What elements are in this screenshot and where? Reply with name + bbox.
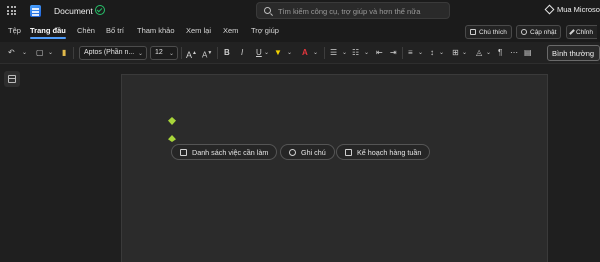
font-family-value: Aptos (Phần n...	[84, 49, 135, 56]
borders-dropdown-icon[interactable]: ⌄	[462, 47, 467, 59]
ribbon-toolbar: ↶ ⌄ ▢ ⌄ ▮ Aptos (Phần n... ⌄ 12 ⌄ A▲ A▼ …	[0, 42, 600, 64]
title-bar: Document Tìm kiếm công cụ, trợ giúp và h…	[0, 0, 600, 22]
checklist-icon	[180, 148, 187, 156]
suggestion-label: Ghi chú	[301, 147, 326, 157]
comments-label: Chú thích	[479, 28, 507, 36]
document-page[interactable]	[121, 74, 548, 262]
more-paragraph-icon[interactable]: ⋯	[510, 47, 518, 59]
catchup-label: Cập nhật	[530, 28, 557, 36]
editing-mode-button[interactable]: Chỉnh	[566, 25, 597, 39]
undo-icon[interactable]: ↶	[8, 47, 15, 59]
align-icon[interactable]: ≡	[408, 47, 413, 59]
font-color-icon[interactable]: A	[302, 47, 308, 59]
numbering-icon[interactable]: ☷	[352, 47, 359, 59]
menu-bar: Tệp Trang đầu Chèn Bố trí Tham khảo Xem …	[0, 22, 600, 42]
tab-file[interactable]: Tệp	[8, 26, 21, 35]
style-normal: Bình thường	[552, 49, 595, 58]
format-painter-icon[interactable]: ▮	[62, 47, 66, 59]
italic-icon[interactable]: I	[241, 47, 243, 59]
navigation-pane-icon	[8, 75, 16, 83]
bold-icon[interactable]: B	[224, 47, 230, 59]
style-gallery[interactable]: Bình thường	[547, 45, 600, 61]
catchup-icon	[521, 29, 527, 35]
saved-status-icon[interactable]	[95, 5, 105, 15]
buy-microsoft-label: Mua Microso	[557, 5, 600, 14]
suggestion-label: Danh sách việc cần làm	[192, 147, 269, 157]
paste-dropdown-icon[interactable]: ⌄	[48, 47, 53, 59]
line-spacing-dropdown-icon[interactable]: ⌄	[439, 47, 444, 59]
app-launcher-icon[interactable]	[7, 6, 16, 15]
comments-button[interactable]: Chú thích	[465, 25, 512, 39]
notes-icon	[289, 148, 296, 156]
underline-dropdown-icon[interactable]: ⌄	[264, 47, 269, 59]
ribbon-divider	[402, 47, 403, 59]
tab-layout[interactable]: Bố trí	[106, 26, 124, 35]
search-input[interactable]: Tìm kiếm công cụ, trợ giúp và hơn thế nữ…	[256, 2, 450, 19]
increase-indent-icon[interactable]: ⇥	[390, 47, 397, 59]
font-size-dropdown[interactable]: 12 ⌄	[150, 46, 178, 60]
paragraph-icon[interactable]: ¶	[498, 47, 502, 59]
chevron-down-icon: ⌄	[168, 51, 174, 57]
pencil-icon	[569, 29, 575, 35]
shading-icon[interactable]: ◬	[476, 47, 482, 59]
suggestion-chip-notes[interactable]: Ghi chú	[280, 144, 335, 160]
font-size-value: 12	[155, 49, 163, 56]
suggestion-chip-weekly-plan[interactable]: Kế hoạch hàng tuần	[336, 144, 431, 160]
navigation-pane-button[interactable]	[4, 71, 20, 87]
underline-icon[interactable]: U	[256, 47, 262, 59]
tab-view[interactable]: Xem	[223, 26, 238, 35]
line-spacing-icon[interactable]: ↕	[430, 47, 434, 59]
highlight-icon[interactable]: ▼	[274, 47, 282, 59]
tab-home[interactable]: Trang đầu	[30, 26, 66, 39]
paste-icon[interactable]: ▢	[36, 47, 44, 59]
tab-references[interactable]: Tham khảo	[137, 26, 175, 35]
align-dropdown-icon[interactable]: ⌄	[418, 47, 423, 59]
calendar-icon	[345, 148, 352, 156]
shading-dropdown-icon[interactable]: ⌄	[486, 47, 491, 59]
ribbon-divider	[73, 47, 74, 59]
word-logo-icon	[30, 5, 41, 17]
tab-review[interactable]: Xem lại	[186, 26, 211, 35]
borders-icon[interactable]: ⊞	[452, 47, 459, 59]
catchup-button[interactable]: Cập nhật	[516, 25, 562, 39]
ribbon-divider	[217, 47, 218, 59]
shrink-font-icon[interactable]: A▼	[202, 47, 212, 62]
diamond-icon	[544, 4, 555, 15]
editing-label: Chỉnh	[576, 28, 593, 36]
document-title[interactable]: Document	[54, 6, 93, 16]
styles-pane-icon[interactable]: ▤	[524, 47, 532, 59]
tab-insert[interactable]: Chèn	[77, 26, 95, 35]
tab-help[interactable]: Trợ giúp	[251, 26, 279, 35]
undo-dropdown-icon[interactable]: ⌄	[22, 47, 27, 59]
grow-font-icon[interactable]: A▲	[186, 47, 197, 61]
search-placeholder: Tìm kiếm công cụ, trợ giúp và hơn thế nữ…	[278, 7, 421, 16]
ribbon-divider	[324, 47, 325, 59]
ribbon-divider	[181, 47, 182, 59]
suggestion-chip-todo-list[interactable]: Danh sách việc cần làm	[171, 144, 278, 160]
highlight-dropdown-icon[interactable]: ⌄	[287, 47, 292, 59]
chevron-down-icon: ⌄	[137, 51, 143, 57]
numbering-dropdown-icon[interactable]: ⌄	[364, 47, 369, 59]
comment-icon	[470, 29, 476, 35]
font-color-dropdown-icon[interactable]: ⌄	[313, 47, 318, 59]
buy-microsoft-button[interactable]: Mua Microso	[544, 4, 600, 15]
decrease-indent-icon[interactable]: ⇤	[376, 47, 383, 59]
bullets-dropdown-icon[interactable]: ⌄	[342, 47, 347, 59]
font-family-dropdown[interactable]: Aptos (Phần n... ⌄	[79, 46, 147, 60]
search-icon	[264, 7, 271, 14]
suggestion-label: Kế hoạch hàng tuần	[357, 147, 422, 157]
bullets-icon[interactable]: ☰	[330, 47, 337, 59]
